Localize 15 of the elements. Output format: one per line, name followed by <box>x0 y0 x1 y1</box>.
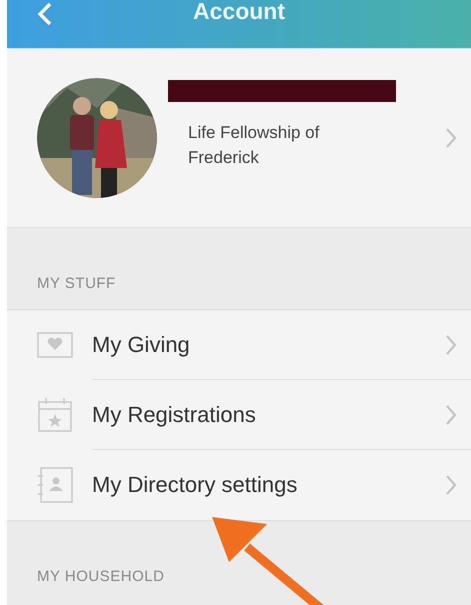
section-heading: MY STUFF <box>37 275 116 292</box>
profile-row[interactable]: Life Fellowship of Frederick <box>7 49 471 228</box>
menu-item[interactable]: My Registrations <box>7 380 471 450</box>
church-name: Life Fellowship of Frederick <box>187 122 320 169</box>
chevron-icon <box>445 334 457 356</box>
chevron-icon <box>445 474 457 496</box>
chevron-icon <box>445 127 457 149</box>
menu-item[interactable]: My Directory settings <box>7 450 471 520</box>
menu-item[interactable]: My Giving <box>7 310 471 380</box>
address-book-icon <box>37 467 73 503</box>
back-icon[interactable] <box>37 2 53 26</box>
section-heading: MY HOUSEHOLD <box>37 568 164 585</box>
chevron-icon <box>445 404 457 426</box>
screen-title: Account <box>193 0 285 25</box>
calendar-star-icon <box>37 397 73 433</box>
